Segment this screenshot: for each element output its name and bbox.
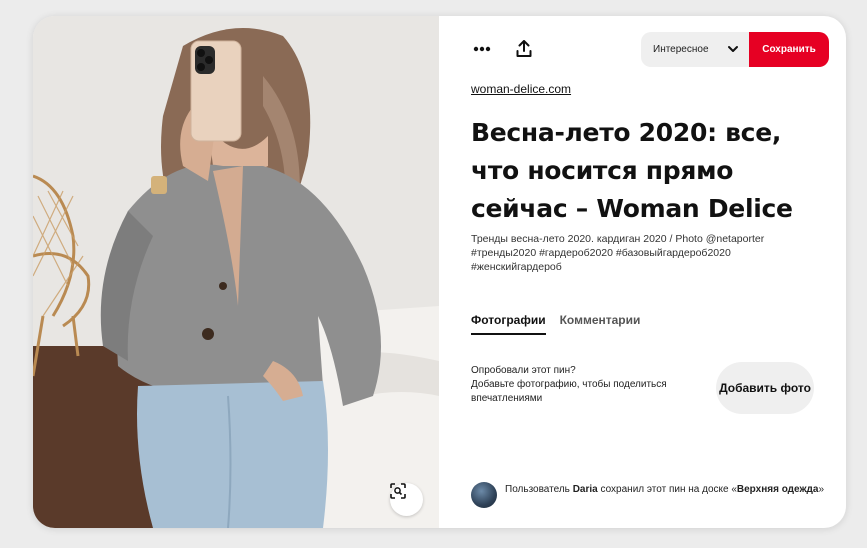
share-button[interactable] xyxy=(511,36,537,62)
source-link[interactable]: woman-delice.com xyxy=(471,82,571,96)
visual-search-button[interactable] xyxy=(390,483,423,516)
more-dots-icon xyxy=(473,46,491,52)
pin-title: Весна-лето 2020: все, что носится прямо … xyxy=(471,118,793,223)
board-selector-label: Интересное xyxy=(653,44,709,55)
pin-details: Интересное Сохранить woman-delice.com Ве… xyxy=(439,16,846,528)
saved-by-suffix: » xyxy=(818,484,825,495)
pin-image[interactable] xyxy=(33,16,439,528)
lens-scan-icon xyxy=(390,483,406,499)
tried-prompt: Добавьте фотографию, чтобы поделиться вп… xyxy=(471,379,667,404)
tab-comments[interactable]: Комментарии xyxy=(560,313,641,335)
avatar[interactable] xyxy=(471,482,497,508)
tried-question: Опробовали этот пин? xyxy=(471,365,576,376)
save-button[interactable]: Сохранить xyxy=(749,32,829,67)
pin-description: Тренды весна-лето 2020. кардиган 2020 / … xyxy=(471,233,765,273)
add-photo-button[interactable]: Добавить фото xyxy=(716,362,814,414)
saved-by-user[interactable]: Daria xyxy=(573,484,598,495)
pin-card: Интересное Сохранить woman-delice.com Ве… xyxy=(33,16,846,528)
pin-toolbar xyxy=(469,36,537,62)
saved-by-middle: сохранил этот пин на доске « xyxy=(600,484,737,495)
saved-by-prefix: Пользователь xyxy=(505,484,570,495)
share-upload-icon xyxy=(516,40,532,57)
tried-section: Опробовали этот пин? Добавьте фотографию… xyxy=(471,364,711,406)
board-selector[interactable]: Интересное xyxy=(641,32,749,67)
saved-by-board[interactable]: Верхняя одежда xyxy=(737,484,819,495)
pin-tabs: Фотографии Комментарии xyxy=(471,313,640,335)
chevron-down-icon xyxy=(728,46,738,52)
pin-photo-illustration xyxy=(33,16,439,528)
tab-photos[interactable]: Фотографии xyxy=(471,313,546,335)
saved-by-info: Пользователь Daria сохранил этот пин на … xyxy=(471,482,831,508)
saved-by-text: Пользователь Daria сохранил этот пин на … xyxy=(505,482,824,497)
more-options-button[interactable] xyxy=(469,36,495,62)
